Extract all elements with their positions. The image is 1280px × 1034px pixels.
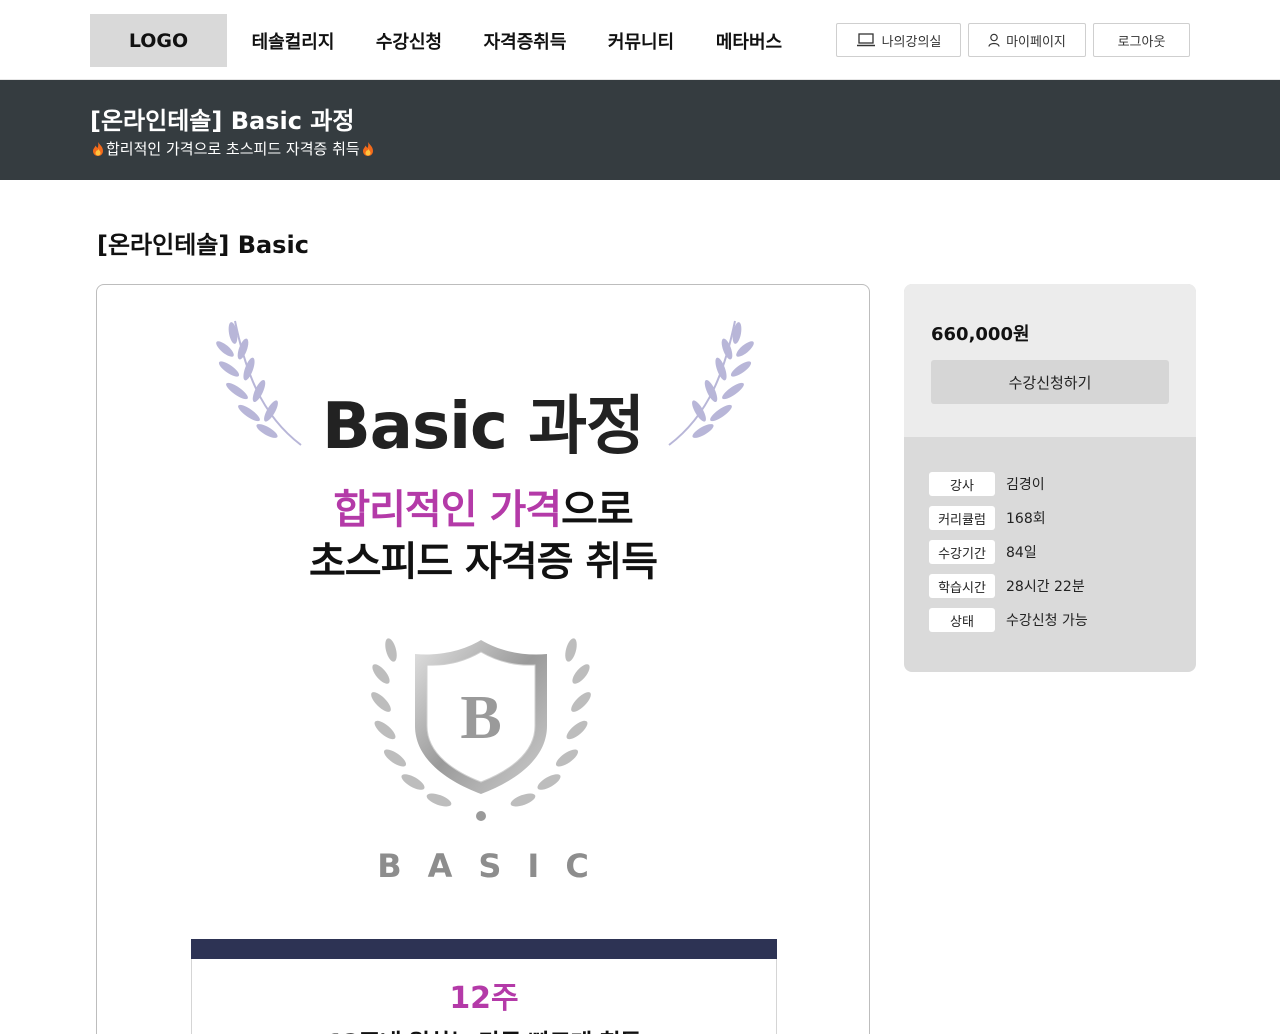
poster-heading: Basic 과정 <box>322 390 645 464</box>
banner-title: [온라인테솔] Basic 과정 <box>90 107 355 135</box>
nav-enrollment[interactable]: 수강신청 <box>356 28 462 54</box>
shield-emblem-icon: B <box>371 638 591 821</box>
info-value: 168회 <box>1006 511 1046 527</box>
info-label: 학습시간 <box>929 574 995 598</box>
my-page-label: 마이페이지 <box>1006 34 1066 50</box>
laptop-icon <box>856 33 876 47</box>
nav-certification[interactable]: 자격증취득 <box>462 28 588 54</box>
logout-button[interactable]: 로그아웃 <box>1093 23 1190 57</box>
info-label: 커리큘럼 <box>929 506 995 530</box>
emblem-letter: B <box>460 684 501 752</box>
fire-icon <box>361 141 375 157</box>
nav-tesol-college[interactable]: 테솔컬리지 <box>230 28 356 54</box>
enrollment-panel: 660,000원 수강신청하기 강사 김경이 커리큘럼 168회 수강기간 84… <box>904 284 1196 672</box>
info-label: 수강기간 <box>929 540 995 564</box>
plan-description: 12주내 원하는 만큼 빠르게 취득 <box>192 1023 776 1034</box>
plan-weeks: 12주 <box>449 981 519 1016</box>
info-row-period: 수강기간 84일 <box>929 540 1037 564</box>
emblem-word: BASIC <box>377 847 615 885</box>
fire-icon <box>91 141 105 157</box>
info-value: 수강신청 가능 <box>1006 613 1088 629</box>
enroll-button[interactable]: 수강신청하기 <box>931 360 1169 404</box>
plan-card-bar <box>191 939 777 959</box>
my-classroom-button[interactable]: 나의강의실 <box>836 23 961 57</box>
user-icon <box>988 33 1000 47</box>
course-poster: Basic 과정 합리적인 가격으로 초스피드 자격증 취득 B BASIC 1… <box>96 284 870 1034</box>
banner-subtitle-row: 합리적인 가격으로 초스피드 자격증 취득 <box>90 138 376 159</box>
nav-metaverse[interactable]: 메타버스 <box>694 28 804 54</box>
price-section: 660,000원 수강신청하기 <box>904 284 1196 437</box>
main-nav: 테솔컬리지 수강신청 자격증취득 커뮤니티 메타버스 <box>230 14 804 67</box>
my-classroom-label: 나의강의실 <box>881 34 942 50</box>
info-value: 28시간 22분 <box>1006 579 1085 595</box>
poster-pitch-line2: 초스피드 자격증 취득 <box>308 539 658 585</box>
plan-card: 12주 12주내 원하는 만큼 빠르게 취득 <box>191 939 777 1034</box>
poster-pitch-rest: 으로 <box>561 487 634 533</box>
my-page-button[interactable]: 마이페이지 <box>968 23 1086 57</box>
course-price: 660,000원 <box>931 324 1030 345</box>
banner-subtitle: 합리적인 가격으로 초스피드 자격증 취득 <box>106 140 360 158</box>
course-title: [온라인테솔] Basic <box>97 231 309 259</box>
nav-community[interactable]: 커뮤니티 <box>588 28 694 54</box>
poster-pitch-line1: 합리적인 가격으로 <box>97 477 869 535</box>
info-value: 김경이 <box>1006 477 1045 493</box>
info-row-instructor: 강사 김경이 <box>929 472 1045 496</box>
info-row-study-time: 학습시간 28시간 22분 <box>929 574 1085 598</box>
info-label: 강사 <box>929 472 995 496</box>
info-row-curriculum: 커리큘럼 168회 <box>929 506 1046 530</box>
info-value: 84일 <box>1006 545 1037 561</box>
logo[interactable]: LOGO <box>90 14 227 67</box>
info-row-status: 상태 수강신청 가능 <box>929 608 1088 632</box>
top-header: LOGO 테솔컬리지 수강신청 자격증취득 커뮤니티 메타버스 나의강의실 마이… <box>0 0 1280 80</box>
poster-pitch-highlight: 합리적인 가격 <box>333 487 562 533</box>
info-label: 상태 <box>929 608 995 632</box>
